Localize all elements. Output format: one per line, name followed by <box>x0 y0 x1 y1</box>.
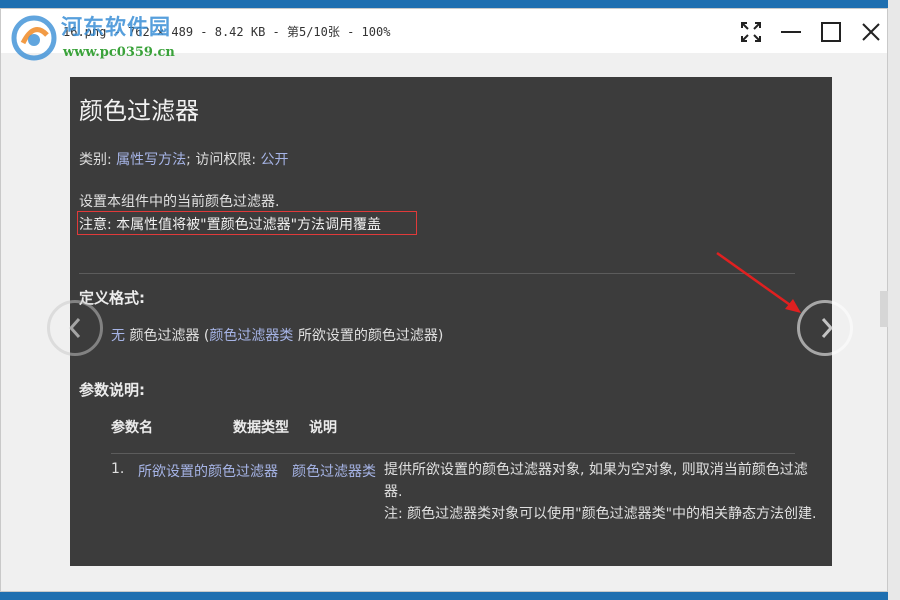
minimize-icon[interactable] <box>778 19 804 45</box>
header-param-name: 参数名 <box>111 420 153 436</box>
table-divider <box>111 453 795 454</box>
image-viewer-window: 16.png - 762 × 489 - 8.42 KB - 第5/10张 - … <box>0 8 888 592</box>
doc-meta: 类别: 属性写方法; 访问权限: 公开 <box>79 149 289 169</box>
chevron-left-icon <box>68 318 81 338</box>
return-type-link[interactable]: 无 <box>111 328 125 344</box>
divider <box>79 273 795 274</box>
title-bar[interactable]: 16.png - 762 × 489 - 8.42 KB - 第5/10张 - … <box>1 9 887 61</box>
watermark-logo-icon <box>11 15 57 61</box>
maximize-icon[interactable] <box>818 19 844 45</box>
row-desc-line2: 注: 颜色过滤器类对象可以使用"颜色过滤器类"中的相关静态方法创建. <box>384 506 817 522</box>
desktop-edge <box>888 0 900 600</box>
row-desc-line1: 提供所欲设置的颜色过滤器对象, 如果为空对象, 则取消当前颜色过滤器. <box>384 462 808 500</box>
header-description: 说明 <box>309 420 337 436</box>
header-data-type: 数据类型 <box>233 420 289 436</box>
scrollbar-thumb[interactable] <box>880 291 888 327</box>
access-label: 访问权限: <box>195 152 257 168</box>
close-icon[interactable] <box>858 19 884 45</box>
row-description: 提供所欲设置的颜色过滤器对象, 如果为空对象, 则取消当前颜色过滤器. 注: 颜… <box>384 459 824 525</box>
doc-note: 注意: 本属性值将被"置颜色过滤器"方法调用覆盖 <box>79 217 382 233</box>
annotation-arrow-icon <box>716 251 801 313</box>
method-name: 颜色过滤器 ( <box>129 328 210 344</box>
row-index: 1. <box>111 461 125 477</box>
format-definition: 无 颜色过滤器 (颜色过滤器类 所欲设置的颜色过滤器) <box>111 325 443 345</box>
param-type-link[interactable]: 颜色过滤器类 <box>209 328 293 344</box>
access-link[interactable]: 公开 <box>261 152 289 168</box>
params-heading: 参数说明: <box>79 381 145 399</box>
param-description: 所欲设置的颜色过滤器) <box>297 328 444 344</box>
category-label: 类别: <box>79 152 112 168</box>
chevron-right-icon <box>821 318 834 338</box>
watermark-name: 河东软件园 <box>61 15 171 39</box>
row-param-name-link[interactable]: 所欲设置的颜色过滤器 <box>138 461 278 481</box>
category-link[interactable]: 属性写方法 <box>116 152 186 168</box>
meta-separator: ; <box>186 152 191 168</box>
row-param-type-link[interactable]: 颜色过滤器类 <box>292 461 376 481</box>
doc-title: 颜色过滤器 <box>79 97 199 125</box>
prev-image-button[interactable] <box>47 300 103 356</box>
doc-description: 设置本组件中的当前颜色过滤器. <box>79 194 280 210</box>
fullscreen-icon[interactable] <box>738 19 764 45</box>
watermark-url: www.pc0359.cn <box>63 45 175 60</box>
